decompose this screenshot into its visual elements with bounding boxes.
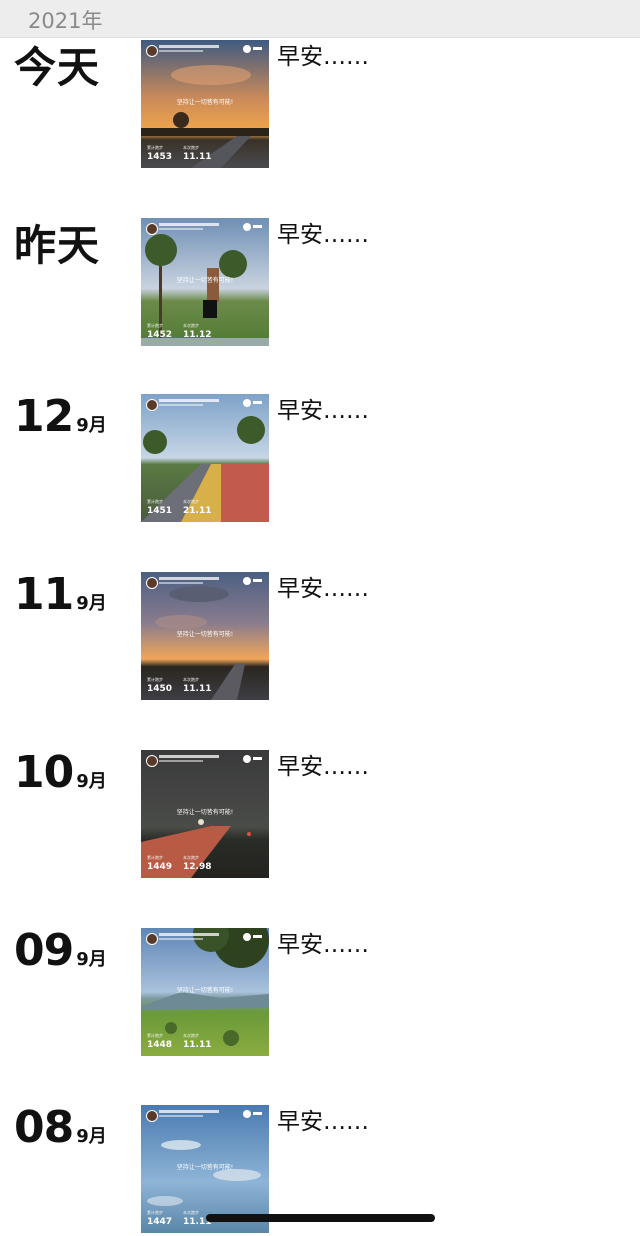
date-label: 今天 — [14, 43, 101, 92]
run-distance: 11.12 — [183, 330, 212, 340]
date-label: 12 9月 — [14, 391, 107, 442]
home-indicator[interactable] — [206, 1214, 435, 1222]
photo-thumbnail[interactable]: 累计跑步 本次跑步 1451 21.11 — [141, 394, 269, 522]
post-caption: 早安…… — [277, 754, 369, 780]
post-caption: 早安…… — [277, 44, 369, 70]
run-count: 1448 — [147, 1040, 173, 1050]
year-header: 2021年 — [0, 0, 640, 38]
post-caption: 早安…… — [277, 932, 369, 958]
post-caption: 早安…… — [277, 576, 369, 602]
run-count: 1450 — [147, 684, 173, 694]
run-distance: 11.11 — [183, 1040, 212, 1050]
run-distance: 11.11 — [183, 684, 212, 694]
photo-thumbnail[interactable]: 坚持让一切皆有可能! 累计跑步 本次跑步 1448 11.11 — [141, 928, 269, 1056]
date-label: 08 9月 — [14, 1102, 107, 1153]
list-item[interactable]: 今天 坚持让一切皆有可能! 累计跑步 本次跑步 1453 11.11 早安…… — [0, 38, 640, 168]
list-item[interactable]: 11 9月 坚持让一切皆有可能! 累计跑步 本次跑步 1450 11.11 早安…… — [0, 570, 640, 700]
list-item[interactable]: 12 9月 累计跑步 本次跑步 1451 21.11 早安…… — [0, 392, 640, 522]
run-distance: 21.11 — [183, 506, 212, 516]
run-distance: 11.11 — [183, 152, 212, 162]
run-count: 1452 — [147, 330, 173, 340]
list-item[interactable]: 10 9月 坚持让一切皆有可能! 累计跑步 本次跑步 1449 12.98 早安…… — [0, 748, 640, 878]
run-count: 1447 — [147, 1217, 173, 1227]
post-caption: 早安…… — [277, 1109, 369, 1135]
list-item[interactable]: 09 9月 坚持让一切皆有可能! 累计跑步 本次跑步 1448 11.11 早安…… — [0, 926, 640, 1056]
run-distance: 12.98 — [183, 862, 212, 872]
photo-thumbnail[interactable]: 坚持让一切皆有可能! 累计跑步 本次跑步 1450 11.11 — [141, 572, 269, 700]
date-label: 09 9月 — [14, 925, 107, 976]
date-label: 11 9月 — [14, 569, 107, 620]
run-count: 1451 — [147, 506, 173, 516]
post-caption: 早安…… — [277, 398, 369, 424]
photo-thumbnail[interactable]: 坚持让一切皆有可能! 累计跑步 本次跑步 1452 11.12 — [141, 218, 269, 346]
post-caption: 早安…… — [277, 222, 369, 248]
year-label: 2021年 — [28, 9, 103, 33]
date-label: 10 9月 — [14, 747, 107, 798]
run-count: 1453 — [147, 152, 173, 162]
photo-thumbnail[interactable]: 坚持让一切皆有可能! 累计跑步 本次跑步 1449 12.98 — [141, 750, 269, 878]
date-label: 昨天 — [14, 221, 101, 270]
list-item[interactable]: 昨天 坚持让一切皆有可能! 累计跑步 本次跑步 1452 11.12 早安…… — [0, 216, 640, 346]
photo-thumbnail[interactable]: 坚持让一切皆有可能! 累计跑步 本次跑步 1453 11.11 — [141, 40, 269, 168]
run-count: 1449 — [147, 862, 173, 872]
